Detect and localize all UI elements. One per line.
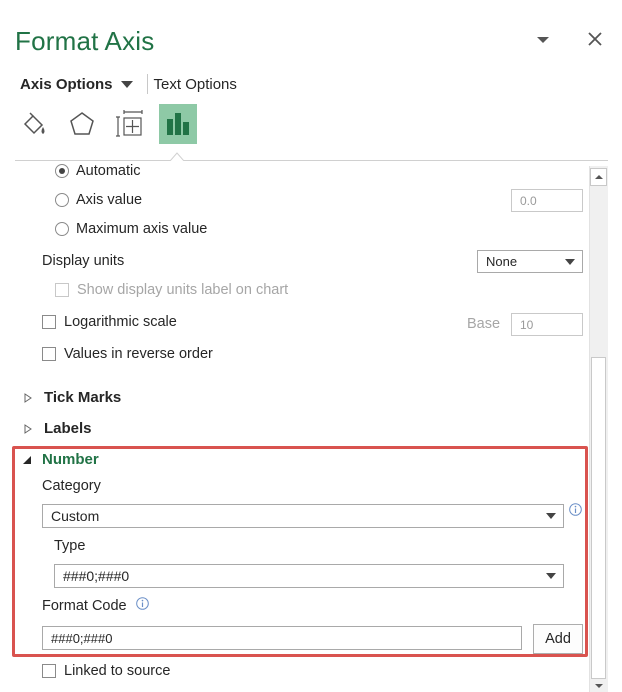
linked-source-checkbox[interactable] — [42, 664, 56, 678]
size-properties-button[interactable] — [111, 104, 149, 144]
radio-maximum-label: Maximum axis value — [76, 221, 208, 237]
radio-automatic[interactable] — [55, 164, 69, 178]
section-tick-marks-label: Tick Marks — [44, 389, 122, 406]
divider — [15, 160, 608, 161]
scroll-down-button[interactable] — [590, 679, 607, 692]
radio-automatic-row[interactable]: Automatic — [55, 163, 140, 179]
arrow-up-icon — [594, 175, 603, 179]
display-units-value: None — [486, 254, 518, 269]
caret-down-icon[interactable] — [120, 80, 133, 88]
base-input: 10 — [511, 313, 583, 336]
category-icon-bar — [15, 104, 207, 144]
tab-axis-options-label: Axis Options — [20, 75, 113, 93]
log-scale-row[interactable]: Logarithmic scale — [42, 314, 177, 330]
display-units-label: Display units — [42, 253, 125, 269]
scroll-up-button[interactable] — [590, 168, 607, 186]
show-units-checkbox — [55, 283, 69, 297]
display-units-dropdown[interactable]: None — [477, 250, 583, 273]
arrow-down-icon — [594, 683, 603, 688]
fill-line-button[interactable] — [15, 104, 53, 144]
section-labels[interactable]: Labels — [24, 420, 92, 437]
reverse-order-label: Values in reverse order — [64, 346, 213, 362]
axis-options-icon — [167, 113, 189, 135]
section-labels-label: Labels — [44, 420, 92, 437]
show-units-label: Show display units label on chart — [77, 282, 289, 298]
tab-text-options[interactable]: Text Options — [154, 76, 237, 93]
pointer-indicator — [170, 152, 184, 161]
show-units-row: Show display units label on chart — [55, 282, 288, 298]
highlight-box — [12, 446, 588, 657]
chevron-down-icon[interactable] — [536, 35, 550, 45]
dropdown-arrow-icon — [565, 259, 575, 265]
reverse-order-checkbox[interactable] — [42, 347, 56, 361]
radio-maximum-row[interactable]: Maximum axis value — [55, 221, 207, 237]
radio-axis-value-row[interactable]: Axis value — [55, 192, 142, 208]
base-label: Base — [467, 316, 501, 332]
log-scale-label: Logarithmic scale — [64, 314, 177, 330]
axis-options-button[interactable] — [159, 104, 197, 144]
axis-value-input[interactable]: 0.0 — [511, 189, 583, 212]
reverse-order-row[interactable]: Values in reverse order — [42, 346, 213, 362]
tab-axis-options[interactable]: Axis Options — [20, 76, 133, 93]
scrollbar-thumb[interactable] — [591, 357, 606, 679]
radio-selected-dot — [59, 168, 65, 174]
effects-button[interactable] — [63, 104, 101, 144]
linked-source-row[interactable]: Linked to source — [42, 663, 170, 679]
radio-axis-value[interactable] — [55, 193, 69, 207]
size-properties-icon — [116, 110, 143, 137]
close-icon[interactable] — [586, 30, 604, 48]
options-tabs: Axis Options Text Options — [20, 72, 237, 96]
fill-line-icon — [23, 112, 45, 135]
expand-right-icon — [24, 392, 32, 403]
tab-separator — [146, 74, 148, 94]
linked-source-label: Linked to source — [64, 663, 171, 679]
log-scale-checkbox[interactable] — [42, 315, 56, 329]
expand-right-icon — [24, 423, 32, 434]
radio-axis-value-label: Axis value — [76, 192, 143, 208]
effects-icon — [70, 112, 94, 135]
radio-maximum-axis-value[interactable] — [55, 222, 69, 236]
radio-automatic-label: Automatic — [76, 163, 141, 179]
pane-title: Format Axis — [15, 26, 155, 56]
section-tick-marks[interactable]: Tick Marks — [24, 389, 121, 406]
